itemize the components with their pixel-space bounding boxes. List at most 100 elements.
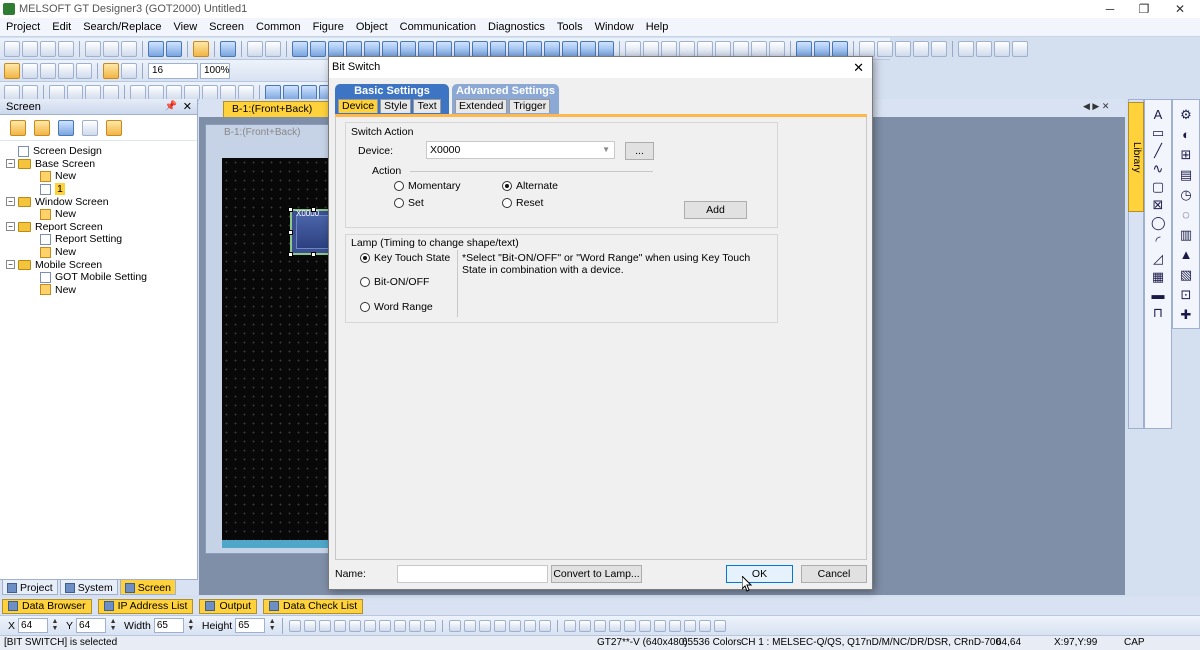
align-tool-icon[interactable]	[639, 619, 652, 632]
align-tool-icon[interactable]	[609, 619, 622, 632]
reset-radio[interactable]: Reset	[502, 197, 543, 209]
align-tool-icon[interactable]	[479, 619, 492, 632]
toolbar-button-icon[interactable]	[769, 40, 785, 57]
tab-scroll-icon[interactable]: ◀ ▶ ✕	[1083, 101, 1109, 112]
toolbar-button-icon[interactable]	[220, 40, 236, 57]
palette-tool-icon[interactable]: ⊞	[1179, 148, 1193, 162]
align-tool-icon[interactable]	[449, 619, 462, 632]
toolbar-button-icon[interactable]	[976, 40, 992, 57]
align-tool-icon[interactable]	[304, 619, 317, 632]
tree-item[interactable]: − Base Screen	[0, 158, 197, 171]
tab-style[interactable]: Style	[380, 99, 412, 113]
toolbar-button-icon[interactable]	[895, 40, 911, 57]
x-spinner-icon[interactable]: ▲ ▼	[51, 618, 59, 633]
toolbar-button-icon[interactable]	[913, 40, 929, 57]
momentary-radio[interactable]: Momentary	[394, 180, 461, 192]
menu-view[interactable]: View	[168, 21, 204, 33]
add-button[interactable]: Add	[684, 201, 747, 219]
toolbar-button-icon[interactable]	[193, 40, 209, 57]
dock-tab-ip-address-list[interactable]: IP Address List	[97, 598, 194, 614]
toolbar-button-icon[interactable]	[247, 40, 263, 57]
align-tool-icon[interactable]	[394, 619, 407, 632]
menu-tools[interactable]: Tools	[551, 21, 589, 33]
menu-diagnostics[interactable]: Diagnostics	[482, 21, 551, 33]
tree-toggle-icon[interactable]: −	[6, 222, 15, 232]
toolbar-button-icon[interactable]	[22, 62, 38, 79]
toolbar-button-icon[interactable]	[931, 40, 947, 57]
palette-tool-icon[interactable]: ◌	[1179, 208, 1193, 222]
browse-device-button[interactable]: ...	[625, 142, 654, 160]
dialog-close-icon[interactable]: ✕	[853, 57, 864, 78]
toolbar-button-icon[interactable]	[994, 40, 1010, 57]
dock-tab-data-check-list[interactable]: Data Check List	[263, 598, 364, 614]
name-field[interactable]	[397, 565, 548, 583]
palette-tool-icon[interactable]: A	[1151, 108, 1165, 122]
toolbar-button-icon[interactable]	[490, 40, 506, 57]
toolbar-button-icon[interactable]	[310, 40, 326, 57]
toolbar-button-icon[interactable]	[877, 40, 893, 57]
close-icon[interactable]: ✕	[1160, 0, 1200, 18]
palette-tool-icon[interactable]: ◿	[1151, 252, 1165, 266]
y-field[interactable]: 64	[76, 618, 107, 633]
toolbar-button-icon[interactable]	[121, 62, 137, 79]
toolbar-button-icon[interactable]	[58, 40, 74, 57]
chevron-down-icon[interactable]: ▼	[602, 142, 610, 158]
palette-tool-icon[interactable]: ◐	[1179, 128, 1193, 142]
align-tool-icon[interactable]	[379, 619, 392, 632]
ok-button[interactable]: OK	[726, 565, 793, 583]
toolbar-button-icon[interactable]	[625, 40, 641, 57]
toolbar-button-icon[interactable]	[40, 40, 56, 57]
menu-project[interactable]: Project	[0, 21, 46, 33]
library-tab[interactable]: Library	[1128, 102, 1144, 212]
toolbar-button-icon[interactable]	[364, 40, 380, 57]
align-tool-icon[interactable]	[684, 619, 697, 632]
palette-tool-icon[interactable]: ✚	[1179, 308, 1193, 322]
align-tool-icon[interactable]	[349, 619, 362, 632]
align-tool-icon[interactable]	[524, 619, 537, 632]
tab-device[interactable]: Device	[338, 99, 379, 113]
tab-system[interactable]: System	[59, 580, 118, 595]
menu-search-replace[interactable]: Search/Replace	[77, 21, 167, 33]
palette-tool-icon[interactable]: ▦	[1151, 270, 1165, 284]
height-spinner-icon[interactable]: ▲ ▼	[268, 618, 276, 633]
align-tool-icon[interactable]	[494, 619, 507, 632]
palette-tool-icon[interactable]: ▬	[1151, 288, 1165, 302]
width-spinner-icon[interactable]: ▲ ▼	[187, 618, 195, 633]
palette-tool-icon[interactable]: ▥	[1179, 228, 1193, 242]
palette-tool-icon[interactable]: ◜	[1151, 234, 1165, 248]
tab-extended[interactable]: Extended	[455, 99, 508, 113]
alternate-radio[interactable]: Alternate	[502, 180, 558, 192]
toolbar-button-icon[interactable]	[472, 40, 488, 57]
resize-handle[interactable]	[288, 252, 293, 257]
palette-tool-icon[interactable]: ╱	[1151, 144, 1165, 158]
toolbar-button-icon[interactable]	[148, 40, 164, 57]
toolbar-button-icon[interactable]	[508, 40, 524, 57]
palette-tool-icon[interactable]: ⊡	[1179, 288, 1193, 302]
toolbar-button-icon[interactable]	[796, 40, 812, 57]
new-screen-icon[interactable]	[10, 119, 26, 136]
palette-tool-icon[interactable]: ▢	[1151, 180, 1165, 194]
resize-handle[interactable]	[288, 207, 293, 212]
toolbar-button-icon[interactable]	[292, 40, 308, 57]
menu-object[interactable]: Object	[350, 21, 394, 33]
palette-tool-icon[interactable]: ▧	[1179, 268, 1193, 282]
editor-tab[interactable]: B-1:(Front+Back) ✕	[223, 101, 345, 117]
convert-to-lamp-button[interactable]: Convert to Lamp...	[551, 565, 642, 583]
tab-project[interactable]: Project	[2, 580, 58, 595]
align-tool-icon[interactable]	[289, 619, 302, 632]
align-tool-icon[interactable]	[424, 619, 437, 632]
menu-window[interactable]: Window	[589, 21, 640, 33]
tab-text[interactable]: Text	[413, 99, 441, 113]
toolbar-button-icon[interactable]	[832, 40, 848, 57]
toolbar-button-icon[interactable]	[58, 62, 74, 79]
tab-trigger[interactable]: Trigger	[509, 99, 551, 113]
palette-tool-icon[interactable]: ⊓	[1151, 306, 1165, 320]
word-range-radio[interactable]: Word Range	[360, 301, 433, 313]
tree-item[interactable]: − Window Screen	[0, 195, 197, 208]
toolbar-button-icon[interactable]	[40, 62, 56, 79]
screen-canvas[interactable]: X0000	[222, 158, 339, 540]
pin-icon[interactable]: 📌	[165, 99, 177, 115]
cancel-button[interactable]: Cancel	[801, 565, 867, 583]
palette-tool-icon[interactable]: ⚙	[1179, 108, 1193, 122]
open-screen-icon[interactable]	[58, 119, 74, 136]
